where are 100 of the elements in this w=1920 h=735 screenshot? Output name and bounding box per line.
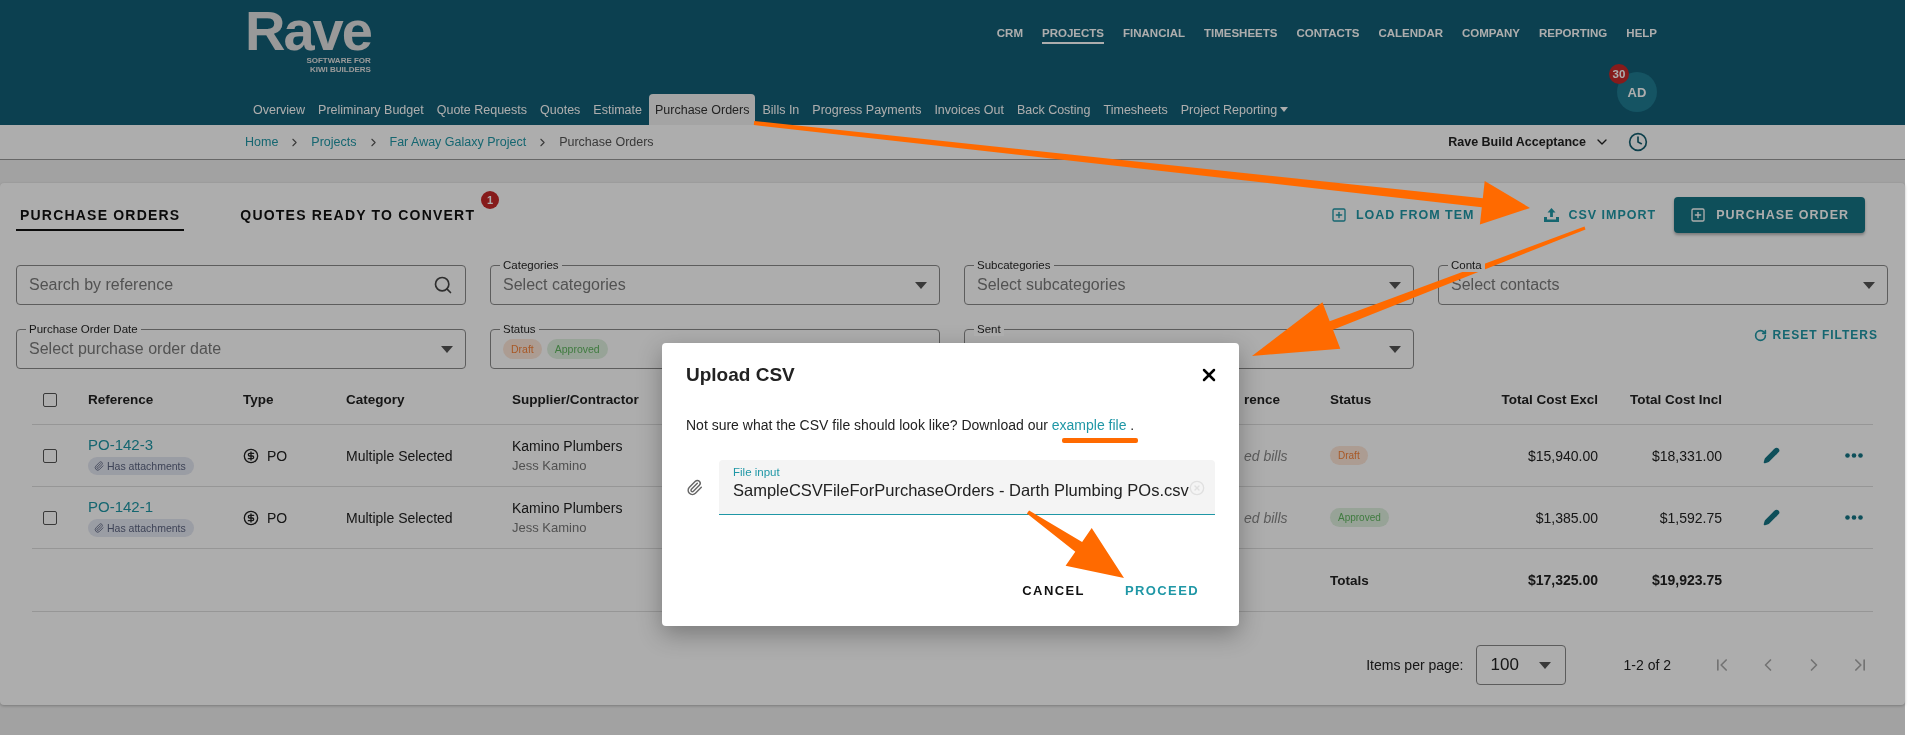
project-tab[interactable]: Invoices Out [928,94,1010,125]
nav-link[interactable]: TIMESHEETS [1203,27,1278,44]
more-icon [1845,453,1863,458]
table-cell-text: $18,331.00 [1650,447,1722,464]
project-tab[interactable]: Estimate [587,94,648,125]
project-tab[interactable]: Quote Requests [430,94,534,125]
plus-square-icon [1330,207,1347,223]
more-button[interactable] [1843,513,1865,522]
project-tab[interactable]: Bills In [756,94,806,125]
clock-icon[interactable] [1628,132,1648,152]
breadcrumb-link[interactable]: Far Away Galaxy Project [389,135,527,149]
table-cell-text: $17,325.00 [1526,572,1598,588]
contact-name: Jess Kamino [512,520,587,535]
project-tab[interactable]: Overview [247,94,312,125]
column-header: Category [346,392,406,407]
company-selector[interactable]: Rave Build Acceptance [1448,134,1610,150]
dropdown-caret-icon [441,345,453,353]
select-all-checkbox[interactable] [43,392,57,407]
csv-import-button[interactable]: CSV IMPORT [1540,197,1661,233]
table-cell-text: $1,592.75 [1658,509,1722,526]
table-cell-text: ed bills [1244,509,1289,526]
project-tab[interactable]: Quotes [534,94,587,125]
dropdown-caret-icon [1389,281,1401,289]
breadcrumb-link[interactable]: Projects [311,135,357,149]
current-page-text[interactable]: Purchase Orders [559,135,654,149]
page-tab[interactable]: PURCHASE ORDERS [16,183,185,231]
example-file-link[interactable]: example file [1051,417,1127,433]
row-checkbox[interactable] [43,448,57,463]
field-label: Status [500,322,539,336]
field-placeholder: Select categories [503,276,627,294]
nav-link[interactable]: REPORTING [1538,27,1608,44]
page-range: 1-2 of 2 [1623,657,1671,673]
reset-filters-button[interactable]: RESET FILTERS [1753,323,1878,347]
pencil-icon [1762,447,1780,464]
column-header: rence [1244,392,1282,407]
project-tab[interactable]: Progress Payments [806,94,928,125]
file-input-field[interactable]: File input SampleCSVFileForPurchaseOrders - Darth Plumbing POs.csv [719,460,1215,515]
contact-name: Jess Kamino [512,458,587,473]
notification-badge: 30 [1609,64,1629,84]
project-tab[interactable]: Preliminary Budget [312,94,430,125]
nav-link[interactable]: COMPANY [1462,27,1520,44]
nav-link[interactable]: CRM [996,27,1023,44]
table-cell: Kamino Plumbers [512,438,623,454]
dropdown-caret-icon [1389,345,1401,353]
table-cell: Kamino Plumbers [512,500,623,516]
plus-square-icon [1690,207,1707,223]
reference-link[interactable]: PO-142-1 [88,498,154,515]
search-field[interactable]: Search by reference [16,265,466,305]
table-cell: PO [267,447,288,464]
more-icon [1845,515,1863,520]
field-label: Conta [1448,258,1485,272]
paperclip-icon [94,461,104,471]
project-tab[interactable]: Back Costing [1010,94,1097,125]
column-header: Supplier/Contractor [512,392,640,407]
dropdown-caret-icon [1863,281,1875,289]
refresh-icon [1753,328,1767,342]
column-header: Reference [88,392,155,407]
dollar-icon [243,447,259,464]
dialog-text: Not sure what the CSV file should look like? Download our example file . [686,416,1136,435]
paperclip-icon [94,523,104,533]
project-tab[interactable]: Purchase Orders [649,94,756,125]
breadcrumb-link[interactable]: Home [245,135,279,149]
column-header: Type [243,392,275,407]
nav-link[interactable]: FINANCIAL [1123,27,1185,44]
proceed-button[interactable]: PROCEED [1108,570,1215,610]
field-label: Categories [500,258,562,272]
table-cell-text: Multiple Selected [346,509,454,526]
field-placeholder: Select subcategories [977,276,1127,294]
table-cell: PO [267,509,288,526]
table-cell-text: $15,940.00 [1526,447,1598,464]
dropdown-caret-icon [1538,661,1551,669]
field-label: Subcategories [974,258,1054,272]
column-header: Total Cost Excl [1500,392,1598,407]
load-template-button[interactable]: LOAD FROM TEM [1326,197,1479,233]
field-label: Sent [974,322,1004,336]
nav-link[interactable]: CONTACTS [1296,27,1360,44]
project-tab[interactable]: Project Reporting [1174,94,1295,125]
paperclip-icon [686,479,703,496]
column-header: Total Cost Incl [1629,392,1722,407]
nav-link[interactable]: PROJECTS [1042,27,1104,44]
upload-icon [1544,208,1560,222]
row-checkbox[interactable] [43,510,57,525]
more-button[interactable] [1843,451,1865,460]
field-label: Purchase Order Date [26,322,141,336]
reference-link[interactable]: PO-142-3 [88,436,154,453]
project-tab[interactable]: Timesheets [1097,94,1174,125]
table-cell-text: ed bills [1244,447,1289,464]
dialog-title: Upload CSV [686,364,795,386]
items-per-page-label: Items per page: [1366,657,1464,673]
attachment-label: Has attachments [107,522,186,534]
table-cell-text: Multiple Selected [346,447,454,464]
nav-link[interactable]: CALENDAR [1378,27,1443,44]
status-chip: Draft [1330,446,1368,465]
dollar-icon [243,509,259,526]
new-purchase-order-button[interactable]: PURCHASE ORDER [1674,197,1865,233]
search-icon [433,275,453,295]
table-cell-text: $1,385.00 [1534,509,1598,526]
nav-link[interactable]: HELP [1626,27,1657,44]
page-size-select[interactable]: 100 [1475,645,1566,685]
cancel-button[interactable]: CANCEL [1006,570,1101,610]
